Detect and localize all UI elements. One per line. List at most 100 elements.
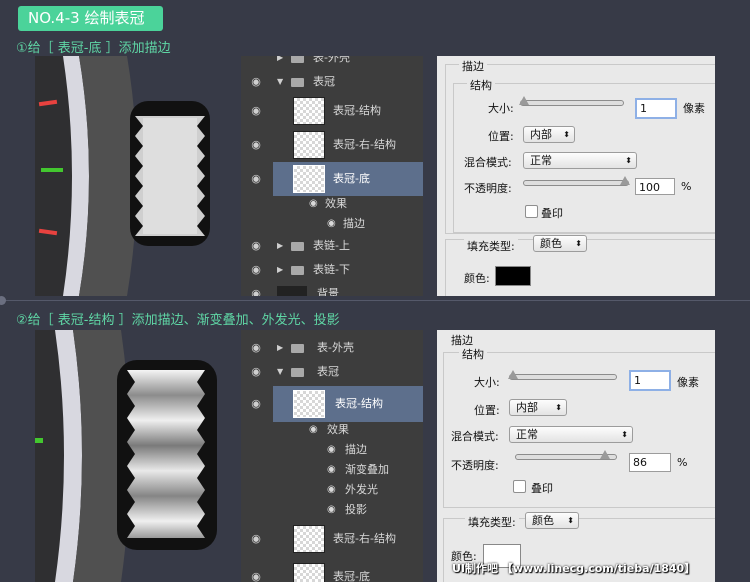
slider-knob[interactable] [519, 96, 529, 105]
layer-thumbnail [277, 286, 307, 296]
section-divider [0, 300, 750, 301]
layer-row-crown-structure-selected[interactable]: 表冠-结构 [273, 386, 423, 422]
eye-icon[interactable]: ◉ [327, 500, 336, 520]
crown-preview-1 [35, 56, 233, 296]
layer-row-crown-structure[interactable]: ◉ 表冠-结构 [241, 94, 423, 128]
layer-name: 表-外壳 [317, 341, 354, 354]
opacity-slider[interactable] [523, 176, 630, 186]
slider-knob[interactable] [508, 370, 518, 379]
collapse-arrow-icon[interactable]: ▼ [277, 360, 283, 384]
opacity-label: 不透明度: [464, 182, 512, 195]
opacity-input[interactable]: 86 [629, 453, 671, 472]
layer-row-crown-base[interactable]: ◉ 表冠-底 [241, 560, 423, 582]
size-slider[interactable] [508, 370, 617, 380]
layer-thumbnail [293, 97, 325, 125]
eye-icon[interactable]: ◉ [249, 162, 263, 196]
size-slider[interactable] [519, 96, 624, 106]
chevron-updown-icon: ⬍ [563, 130, 570, 139]
layer-visibility-cell[interactable]: ◉ [241, 162, 273, 196]
folder-icon [291, 266, 304, 275]
effect-label: 描边 [345, 443, 367, 456]
position-select[interactable]: 内部 ⬍ [523, 126, 575, 143]
eye-icon[interactable]: ◉ [249, 386, 263, 422]
blend-mode-label: 混合模式: [464, 156, 512, 169]
layer-row-shell[interactable]: ▶ 表-外壳 [241, 56, 423, 70]
eye-icon[interactable]: ◉ [327, 440, 336, 460]
blend-mode-select[interactable]: 正常 ⬍ [523, 152, 637, 169]
effect-drop-shadow-row[interactable]: ◉ 投影 [241, 500, 423, 520]
expand-arrow-icon[interactable]: ▶ [277, 258, 283, 282]
structure-group-title: 结构 [459, 346, 487, 362]
crown-preview-2 [35, 330, 233, 582]
size-unit: 像素 [677, 376, 699, 389]
overprint-label: 叠印 [531, 482, 553, 495]
layer-row-band-bottom[interactable]: ◉ ▶ 表链-下 [241, 258, 423, 282]
layer-visibility-cell[interactable]: ◉ [241, 386, 273, 422]
size-label: 大小: [488, 102, 514, 115]
eye-icon[interactable]: ◉ [327, 460, 336, 480]
eye-icon[interactable]: ◉ [327, 480, 336, 500]
position-value: 内部 [530, 128, 552, 141]
layer-thumbnail [293, 165, 325, 193]
effect-stroke-row[interactable]: ◉ 描边 [241, 214, 423, 234]
effect-outer-glow-row[interactable]: ◉ 外发光 [241, 480, 423, 500]
effects-row[interactable]: ◉ 效果 [241, 194, 423, 214]
layer-name: 表链-上 [313, 239, 350, 252]
size-input[interactable]: 1 [635, 98, 677, 119]
eye-icon[interactable]: ◉ [249, 258, 263, 282]
layer-row-background[interactable]: ◉ 背景 [241, 282, 423, 296]
effect-gradient-overlay-row[interactable]: ◉ 渐变叠加 [241, 460, 423, 480]
position-label: 位置: [488, 130, 514, 143]
blend-mode-select[interactable]: 正常 ⬍ [509, 426, 633, 443]
overprint-checkbox[interactable] [513, 480, 526, 493]
eye-icon[interactable]: ◉ [249, 234, 263, 258]
folder-icon [291, 56, 304, 63]
layer-row-crown-group[interactable]: ◉ ▼ 表冠 [241, 70, 423, 94]
opacity-unit: % [681, 180, 692, 193]
color-swatch[interactable] [495, 266, 531, 286]
layer-row-band-top[interactable]: ◉ ▶ 表链-上 [241, 234, 423, 258]
layer-name: 背景 [317, 287, 339, 296]
eye-icon[interactable]: ◉ [249, 282, 263, 296]
size-input[interactable]: 1 [629, 370, 671, 391]
eye-icon[interactable]: ◉ [249, 70, 263, 94]
opacity-slider[interactable] [515, 450, 617, 460]
layer-row-crown-right-structure[interactable]: ◉ 表冠-右-结构 [241, 128, 423, 162]
layer-row-crown-right-structure[interactable]: ◉ 表冠-右-结构 [241, 522, 423, 556]
eye-icon[interactable]: ◉ [309, 420, 318, 440]
layer-row-crown-base-selected[interactable]: 表冠-底 [273, 162, 423, 196]
effect-stroke-row[interactable]: ◉ 描边 [241, 440, 423, 460]
position-value: 内部 [516, 401, 538, 414]
eye-icon[interactable]: ◉ [309, 194, 318, 214]
effect-label: 描边 [343, 217, 365, 230]
opacity-input[interactable]: 100 [635, 178, 675, 195]
eye-icon[interactable]: ◉ [249, 560, 263, 582]
overprint-checkbox[interactable] [525, 205, 538, 218]
fill-type-select[interactable]: 颜色 ⬍ [533, 235, 587, 252]
layer-name: 表冠-右-结构 [333, 532, 396, 545]
folder-icon [291, 368, 304, 377]
expand-arrow-icon[interactable]: ▶ [277, 56, 283, 70]
eye-icon[interactable]: ◉ [249, 336, 263, 360]
blend-mode-value: 正常 [516, 428, 538, 441]
layer-name: 表冠-右-结构 [333, 138, 396, 151]
layer-row-crown-group[interactable]: ◉ ▼ 表冠 [241, 360, 423, 384]
folder-icon [291, 78, 304, 87]
layer-row-shell[interactable]: ◉ ▶ 表-外壳 [241, 336, 423, 360]
eye-icon[interactable]: ◉ [249, 360, 263, 384]
expand-arrow-icon[interactable]: ▶ [277, 234, 283, 258]
fill-type-select[interactable]: 颜色 ⬍ [525, 512, 579, 529]
slider-knob[interactable] [600, 450, 610, 459]
fill-type-label: 填充类型: [465, 514, 519, 530]
eye-icon[interactable]: ◉ [249, 128, 263, 162]
eye-icon[interactable]: ◉ [249, 522, 263, 556]
collapse-arrow-icon[interactable]: ▼ [277, 70, 283, 94]
chevron-updown-icon: ⬍ [567, 516, 574, 525]
eye-icon[interactable]: ◉ [249, 94, 263, 128]
expand-arrow-icon[interactable]: ▶ [277, 336, 283, 360]
slider-knob[interactable] [620, 176, 630, 185]
effect-label: 效果 [325, 197, 347, 210]
position-select[interactable]: 内部 ⬍ [509, 399, 567, 416]
effects-row[interactable]: ◉ 效果 [241, 420, 423, 440]
eye-icon[interactable]: ◉ [327, 214, 336, 234]
